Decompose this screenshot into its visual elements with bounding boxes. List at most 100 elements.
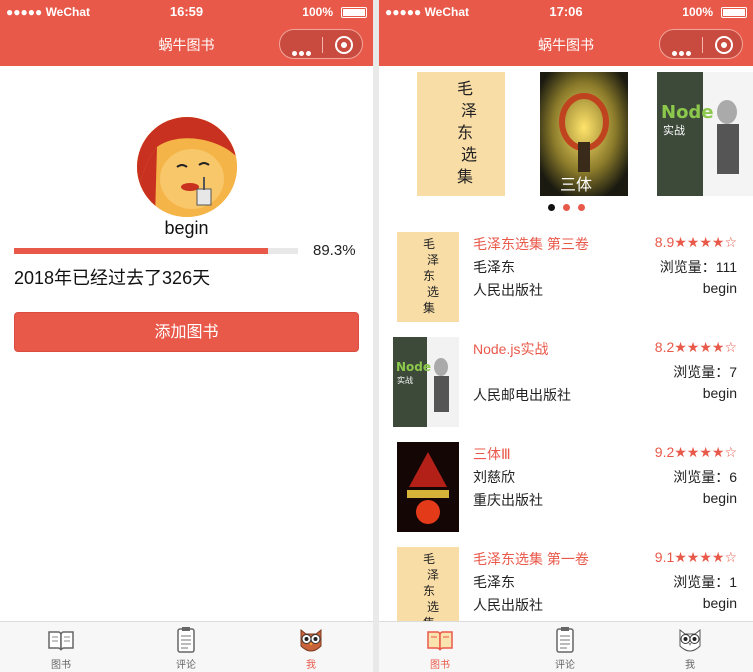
book-author: 毛泽东 xyxy=(473,259,515,275)
carousel-indicators xyxy=(379,204,753,211)
year-progress-percent: 89.3% xyxy=(313,242,356,259)
book-list-item[interactable]: 三体Ⅲ 9.2★★★★☆ 刘慈欣 浏览量：6 重庆出版社 begin xyxy=(379,442,753,547)
book-uploader: begin xyxy=(702,490,737,506)
year-progress-bar xyxy=(14,248,298,254)
owl-icon xyxy=(300,628,322,652)
svg-text:泽: 泽 xyxy=(427,568,439,582)
carousel-slide-mao-cover[interactable]: 毛泽东选集 xyxy=(417,72,505,196)
status-bar: ●●●●● WeChat 16:59 100% xyxy=(0,0,373,24)
book-title[interactable]: 毛泽东选集 第三卷 xyxy=(473,234,589,254)
svg-text:选: 选 xyxy=(427,600,439,614)
book-views: 浏览量：6 xyxy=(673,469,737,485)
book-views: 浏览量：7 xyxy=(673,364,737,380)
book-icon xyxy=(48,631,74,651)
book-rating: 8.2★★★★☆ xyxy=(654,339,737,355)
svg-text:实战: 实战 xyxy=(397,375,413,385)
svg-text:毛: 毛 xyxy=(423,237,435,251)
battery-icon xyxy=(721,7,747,18)
add-book-button[interactable]: 添加图书 xyxy=(14,312,359,352)
book-cover: 毛泽东选集 xyxy=(397,232,459,322)
svg-text:集: 集 xyxy=(457,167,473,186)
nav-bar: 蜗牛图书 xyxy=(0,24,373,66)
battery-icon xyxy=(341,7,367,18)
tab-comments-label: 评论 xyxy=(176,660,196,671)
svg-text:Node: Node xyxy=(396,360,431,374)
svg-text:选: 选 xyxy=(461,145,477,164)
carousel-dot-2[interactable] xyxy=(562,204,570,211)
tab-books[interactable]: 图书 xyxy=(410,626,470,671)
book-rating: 9.2★★★★☆ xyxy=(654,444,737,460)
owl-icon xyxy=(679,628,701,652)
tab-me[interactable]: 我 xyxy=(660,626,720,671)
svg-text:泽: 泽 xyxy=(461,101,477,120)
year-progress-fill xyxy=(14,248,268,254)
book-title[interactable]: Node.js实战 xyxy=(473,339,548,359)
miniprogram-capsule xyxy=(279,29,363,59)
tab-books-label: 图书 xyxy=(51,660,71,671)
tab-comments[interactable]: 评论 xyxy=(535,626,595,671)
avatar xyxy=(137,117,237,217)
days-passed-text: 2018年已经过去了326天 xyxy=(14,268,211,288)
more-icon[interactable] xyxy=(292,43,313,61)
svg-text:选: 选 xyxy=(427,285,439,299)
status-bar: ●●●●● WeChat 17:06 100% xyxy=(379,0,753,24)
svg-text:东: 东 xyxy=(423,269,435,283)
svg-text:实战: 实战 xyxy=(663,123,685,137)
carousel-slide-nodejs-cover[interactable]: Node 实战 xyxy=(657,72,753,196)
tab-books-label: 图书 xyxy=(430,660,450,671)
carousel-slide-three-body-cover[interactable]: 三体 xyxy=(540,72,628,196)
book-title[interactable]: 三体Ⅲ xyxy=(473,444,511,464)
capsule-divider xyxy=(322,37,323,53)
tab-me-label: 我 xyxy=(685,660,695,671)
battery-percent: 100% xyxy=(682,5,713,19)
book-list-screen: ●●●●● WeChat 17:06 100% 蜗牛图书 毛泽东选集 三体 No… xyxy=(379,0,753,672)
capsule-divider xyxy=(702,37,703,53)
book-cover: Node 实战 xyxy=(393,337,459,427)
svg-text:东: 东 xyxy=(457,123,473,142)
book-uploader: begin xyxy=(702,280,737,296)
tab-bar: 图书 评论 我 xyxy=(0,621,373,672)
tab-bar: 图书 评论 我 xyxy=(379,621,753,672)
svg-text:毛: 毛 xyxy=(423,552,435,566)
close-miniprogram-icon[interactable] xyxy=(715,36,733,54)
book-icon xyxy=(427,631,453,651)
book-publisher: 人民出版社 xyxy=(473,282,543,298)
book-author: 刘慈欣 xyxy=(473,469,515,485)
book-rating: 8.9★★★★☆ xyxy=(654,234,737,250)
svg-text:Node: Node xyxy=(661,102,714,123)
svg-text:东: 东 xyxy=(423,584,435,598)
book-rating: 9.1★★★★☆ xyxy=(654,549,737,565)
carousel-dot-1[interactable] xyxy=(547,204,555,211)
book-author: 毛泽东 xyxy=(473,574,515,590)
book-views: 浏览量：1 xyxy=(673,574,737,590)
book-publisher: 人民出版社 xyxy=(473,597,543,613)
book-list-item[interactable]: Node 实战 Node.js实战 8.2★★★★☆ 浏览量：7 人民邮电出版社… xyxy=(379,337,753,442)
tab-comments-label: 评论 xyxy=(555,660,575,671)
miniprogram-capsule xyxy=(659,29,743,59)
nav-bar: 蜗牛图书 xyxy=(379,24,753,66)
book-uploader: begin xyxy=(702,385,737,401)
svg-text:毛: 毛 xyxy=(457,79,473,98)
tab-comments[interactable]: 评论 xyxy=(156,626,216,671)
book-cover xyxy=(397,442,459,532)
more-icon[interactable] xyxy=(672,43,693,61)
tab-books[interactable]: 图书 xyxy=(31,626,91,671)
tab-me[interactable]: 我 xyxy=(281,626,341,671)
banner-carousel[interactable]: 毛泽东选集 三体 Node 实战 xyxy=(379,66,753,220)
book-list-item[interactable]: 毛泽东选集 毛泽东选集 第三卷 8.9★★★★☆ 毛泽东 浏览量：111 人民出… xyxy=(379,232,753,337)
profile-screen: ●●●●● WeChat 16:59 100% 蜗牛图书 begin 89.3%… xyxy=(0,0,373,672)
battery-percent: 100% xyxy=(302,5,333,19)
clipboard-icon xyxy=(556,627,574,653)
username: begin xyxy=(164,218,209,238)
book-uploader: begin xyxy=(702,595,737,611)
svg-text:三体: 三体 xyxy=(560,175,592,194)
book-publisher: 人民邮电出版社 xyxy=(473,387,571,403)
clipboard-icon xyxy=(177,627,195,653)
tab-me-label: 我 xyxy=(306,660,316,671)
carousel-dot-3[interactable] xyxy=(577,204,585,211)
svg-text:泽: 泽 xyxy=(427,253,439,267)
svg-text:集: 集 xyxy=(423,300,435,315)
close-miniprogram-icon[interactable] xyxy=(335,36,353,54)
book-views: 浏览量：111 xyxy=(659,259,737,275)
book-title[interactable]: 毛泽东选集 第一卷 xyxy=(473,549,589,569)
